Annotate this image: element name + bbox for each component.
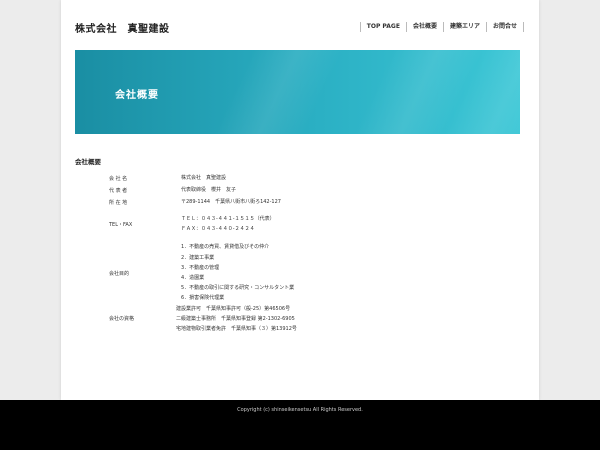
info-line: 株式会社 真聖建設	[181, 174, 227, 181]
info-label: 会社目的	[109, 270, 130, 277]
info-line: 3．不動産の管理	[181, 264, 220, 271]
info-line: 2．建築工事業	[181, 254, 215, 261]
info-label: 会社の資格	[109, 316, 135, 323]
page-container: 株式会社 真聖建設 TOP PAGE 会社概要 建築エリア お問合せ 会社概要 …	[61, 0, 539, 400]
info-line: ＴＥＬ：０４３-４４１-１５１５（代表）	[181, 216, 275, 222]
info-value: 株式会社 真聖建設	[175, 172, 397, 184]
nav-company-overview[interactable]: 会社概要	[405, 22, 443, 32]
info-value: 1．不動産の売買、賃貸借及びその仲介 2．建築工事業 3．不動産の管理 4．造園…	[175, 234, 397, 303]
info-label: 会 社 名	[109, 175, 128, 182]
hero-streak-decoration	[195, 50, 355, 134]
info-line: 1．不動産の売買、賃貸借及びその仲介	[181, 244, 270, 251]
info-line: 〒289-1144 千葉県八街市八街ろ142-127	[181, 198, 281, 205]
info-row-company-name: 会 社 名 株式会社 真聖建設	[97, 172, 397, 184]
info-row-tel-fax: TEL・FAX ＴＥＬ：０４３-４４１-１５１５（代表） ＦＡＸ：０４３-４４０…	[97, 208, 397, 234]
info-line: ＦＡＸ：０４３-４４０-２４２４	[181, 226, 255, 233]
nav-contact[interactable]: お問合せ	[485, 22, 524, 32]
info-label: TEL・FAX	[109, 221, 133, 228]
info-value: 〒289-1144 千葉県八街市八街ろ142-127	[175, 196, 397, 208]
nav-building-area[interactable]: 建築エリア	[442, 22, 486, 32]
main-nav: TOP PAGE 会社概要 建築エリア お問合せ	[359, 22, 524, 32]
company-info-table: 会 社 名 株式会社 真聖建設 代 表 者 代表取締役 櫻井 友子 所 在 地 …	[97, 172, 397, 334]
info-row-address: 所 在 地 〒289-1144 千葉県八街市八街ろ142-127	[97, 196, 397, 208]
info-value: 代表取締役 櫻井 友子	[175, 184, 397, 196]
copyright-text: Copyright (c) shinseikensetsu All Rights…	[237, 407, 363, 413]
info-row-purpose: 会社目的 1．不動産の売買、賃貸借及びその仲介 2．建築工事業 3．不動産の管理…	[97, 234, 397, 303]
info-line: 5．不動産の取引に関する研究・コンサルタント業	[181, 285, 295, 292]
info-label: 所 在 地	[109, 199, 128, 206]
section-heading: 会社概要	[75, 158, 101, 166]
info-row-licenses: 会社の資格 建設業許可 千葉県知事許可（般-25）第46506号 二級建築士事務…	[97, 304, 397, 335]
site-title[interactable]: 株式会社 真聖建設	[75, 20, 170, 35]
nav-top-page[interactable]: TOP PAGE	[359, 22, 406, 32]
hero-title: 会社概要	[115, 90, 159, 101]
info-line: 二級建築士事務所 千葉県知事登録 第2-1302-6905	[176, 315, 295, 322]
info-row-representative: 代 表 者 代表取締役 櫻井 友子	[97, 184, 397, 196]
info-line: 建設業許可 千葉県知事許可（般-25）第46506号	[176, 305, 291, 312]
info-value: 建設業許可 千葉県知事許可（般-25）第46506号 二級建築士事務所 千葉県知…	[175, 304, 397, 335]
info-line: 6．損害保険代理業	[181, 295, 225, 302]
info-line: 4．造園業	[181, 275, 205, 282]
hero-streak-decoration	[425, 50, 520, 134]
hero-banner: 会社概要	[75, 50, 520, 134]
info-line: 宅地建物取引業者免許 千葉県知事（３）第13912号	[176, 326, 297, 333]
info-label: 代 表 者	[109, 187, 128, 194]
info-line: 代表取締役 櫻井 友子	[181, 186, 237, 193]
info-value: ＴＥＬ：０４３-４４１-１５１５（代表） ＦＡＸ：０４３-４４０-２４２４	[175, 208, 397, 234]
footer: Copyright (c) shinseikensetsu All Rights…	[0, 400, 600, 450]
